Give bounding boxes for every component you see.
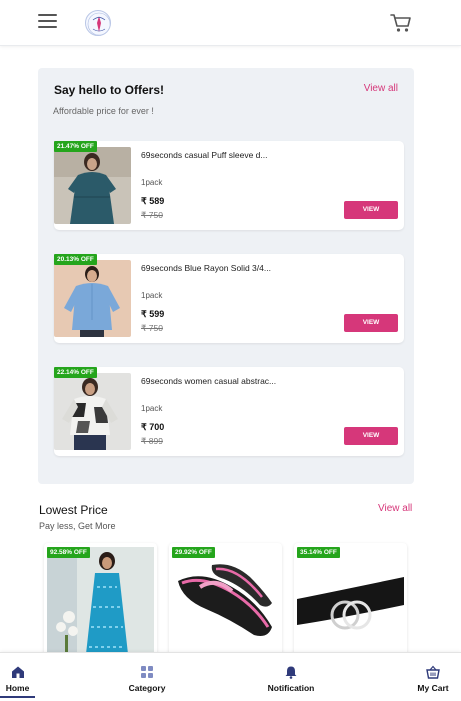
offers-subtitle: Affordable price for ever !	[53, 106, 154, 116]
nav-home[interactable]: Home	[0, 653, 35, 701]
product-card[interactable]: 29.92% OFF	[169, 543, 282, 663]
offer-card[interactable]: 21.47% OFF 69seconds casual Puff sleeve …	[54, 141, 404, 230]
nav-label: Home	[5, 683, 30, 693]
product-image[interactable]	[297, 547, 404, 663]
view-button[interactable]: VIEW	[344, 201, 398, 219]
lowest-view-all-link[interactable]: View all	[378, 503, 412, 514]
product-name[interactable]: 69seconds Blue Rayon Solid 3/4...	[141, 263, 271, 273]
home-icon	[11, 665, 25, 679]
product-price: ₹ 700	[141, 422, 165, 432]
product-name[interactable]: 69seconds casual Puff sleeve d...	[141, 150, 267, 160]
product-image[interactable]	[54, 260, 131, 337]
offers-title: Say hello to Offers!	[54, 83, 165, 97]
product-image[interactable]	[54, 373, 131, 450]
product-image[interactable]	[47, 547, 154, 663]
product-price: ₹ 599	[141, 309, 165, 319]
product-image[interactable]	[172, 547, 279, 663]
discount-badge: 21.47% OFF	[54, 141, 97, 152]
bottom-navigation: Home Category Notification My Cart	[0, 652, 461, 701]
discount-badge: 20.13% OFF	[54, 254, 97, 265]
hamburger-menu-icon[interactable]	[38, 14, 58, 30]
lowest-price-subtitle: Pay less, Get More	[39, 521, 116, 531]
nav-my-cart[interactable]: My Cart	[411, 653, 455, 701]
discount-badge: 29.92% OFF	[172, 547, 215, 558]
product-card[interactable]: 35.14% OFF	[294, 543, 407, 663]
nav-label: Notification	[267, 683, 315, 693]
brand-logo[interactable]	[85, 10, 111, 36]
shopping-cart-icon[interactable]	[389, 12, 413, 34]
product-pack: 1pack	[141, 178, 163, 187]
product-card[interactable]: 92.58% OFF	[44, 543, 157, 663]
top-app-bar	[0, 0, 461, 46]
lowest-price-title: Lowest Price	[39, 503, 108, 517]
product-mrp: ₹ 750	[141, 210, 163, 220]
offer-card[interactable]: 22.14% OFF 69seconds women casual abstra…	[54, 367, 404, 456]
nav-category[interactable]: Category	[118, 653, 176, 701]
offers-view-all-link[interactable]: View all	[364, 83, 398, 94]
product-price: ₹ 589	[141, 196, 165, 206]
product-name[interactable]: 69seconds women casual abstrac...	[141, 376, 276, 386]
nav-notification[interactable]: Notification	[256, 653, 326, 701]
basket-icon	[426, 665, 440, 679]
product-mrp: ₹ 750	[141, 323, 163, 333]
product-image[interactable]	[54, 147, 131, 224]
product-pack: 1pack	[141, 291, 163, 300]
product-pack: 1pack	[141, 404, 163, 413]
product-mrp: ₹ 899	[141, 436, 163, 446]
offer-card[interactable]: 20.13% OFF 69seconds Blue Rayon Solid 3/…	[54, 254, 404, 343]
active-indicator	[0, 696, 35, 698]
view-button[interactable]: VIEW	[344, 314, 398, 332]
bell-icon	[284, 665, 298, 679]
discount-badge: 35.14% OFF	[297, 547, 340, 558]
nav-label: My Cart	[417, 683, 449, 693]
discount-badge: 22.14% OFF	[54, 367, 97, 378]
category-grid-icon	[140, 665, 154, 679]
nav-label: Category	[128, 683, 166, 693]
offers-section: Say hello to Offers! View all Affordable…	[38, 68, 414, 484]
discount-badge: 92.58% OFF	[47, 547, 90, 558]
view-button[interactable]: VIEW	[344, 427, 398, 445]
